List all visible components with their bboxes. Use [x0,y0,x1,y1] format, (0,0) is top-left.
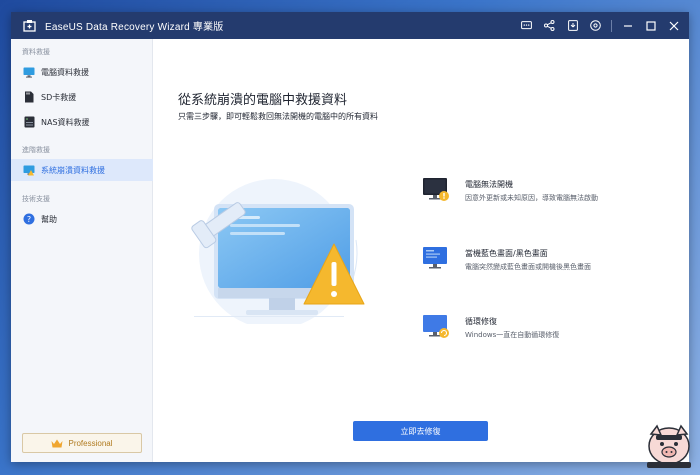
sd-card-icon [23,91,35,103]
sidebar-item-label: 系統崩潰資料救援 [41,165,105,175]
feature-title: 當機藍色畫面/黑色畫面 [465,249,548,258]
settings-icon[interactable] [584,12,607,39]
title-bar: EaseUS Data Recovery Wizard 專業版 [11,12,689,39]
sidebar-item-label: 幫助 [41,214,57,224]
section-label-data-recovery: 資料救援 [22,49,50,56]
feature-pc-wont-boot: 電腦無法開機 因意外更新或未知原因，導致電腦無法啟動 [422,177,682,217]
share-icon[interactable] [538,12,561,39]
app-window: EaseUS Data Recovery Wizard 專業版 資料救援 電腦資… [11,12,689,462]
nas-icon [23,116,35,128]
section-label-advanced-recovery: 進階救援 [22,147,50,154]
page-subtitle: 只需三步驟，即可輕鬆救回無法開機的電腦中的所有資料 [178,112,378,121]
maximize-icon[interactable] [639,12,662,39]
repair-loop-icon [422,314,450,340]
sidebar-item-label: 電腦資料救援 [41,67,89,77]
info-icon[interactable] [561,12,584,39]
sidebar-item-nas-recovery[interactable]: NAS資料救援 [11,111,153,133]
window-title: EaseUS Data Recovery Wizard 專業版 [45,22,224,33]
feature-description: Windows一直在自動循環修復 [465,331,560,339]
repair-now-button[interactable]: 立即去修復 [353,421,488,441]
sidebar: 資料救援 電腦資料救援 SD卡救援 NAS資料救援 進階救援 系統崩潰資料救援 [11,39,153,462]
pig-mascot-icon [643,418,695,470]
main-panel: 從系統崩潰的電腦中救援資料 只需三步驟，即可輕鬆救回無法開機的電腦中的所有資料 [154,39,689,462]
feature-description: 因意外更新或未知原因，導致電腦無法啟動 [465,194,598,202]
feedback-icon[interactable] [515,12,538,39]
minimize-icon[interactable] [616,12,639,39]
sidebar-item-sd-recovery[interactable]: SD卡救援 [11,86,153,108]
feature-blue-screen: 當機藍色畫面/黑色畫面 電腦突然變成藍色畫面或開機後黑色畫面 [422,246,682,286]
window-controls [515,12,689,39]
page-title: 從系統崩潰的電腦中救援資料 [178,93,348,108]
svg-text:?: ? [27,215,31,224]
monitor-icon [23,66,35,78]
sidebar-item-label: NAS資料救援 [41,117,90,127]
close-icon[interactable] [662,12,685,39]
crashed-computer-illustration [174,174,374,329]
feature-title: 電腦無法開機 [465,180,513,189]
crash-pc-icon [23,164,35,176]
professional-label: Professional [68,438,113,448]
app-logo-icon [22,19,36,33]
professional-button[interactable]: Professional [22,433,142,453]
black-screen-warning-icon [422,177,450,203]
title-separator [611,19,612,32]
section-label-tech-support: 技術支援 [22,196,50,203]
help-icon: ? [23,213,35,225]
sidebar-item-help[interactable]: ? 幫助 [11,208,153,230]
sidebar-item-pc-recovery[interactable]: 電腦資料救援 [11,61,153,83]
sidebar-item-crash-recovery[interactable]: 系統崩潰資料救援 [11,159,153,181]
crown-icon [51,439,63,448]
feature-description: 電腦突然變成藍色畫面或開機後黑色畫面 [465,263,591,271]
blue-screen-icon [422,246,450,272]
sidebar-item-label: SD卡救援 [41,92,77,102]
feature-title: 循環修復 [465,317,497,326]
feature-repair-loop: 循環修復 Windows一直在自動循環修復 [422,314,682,354]
